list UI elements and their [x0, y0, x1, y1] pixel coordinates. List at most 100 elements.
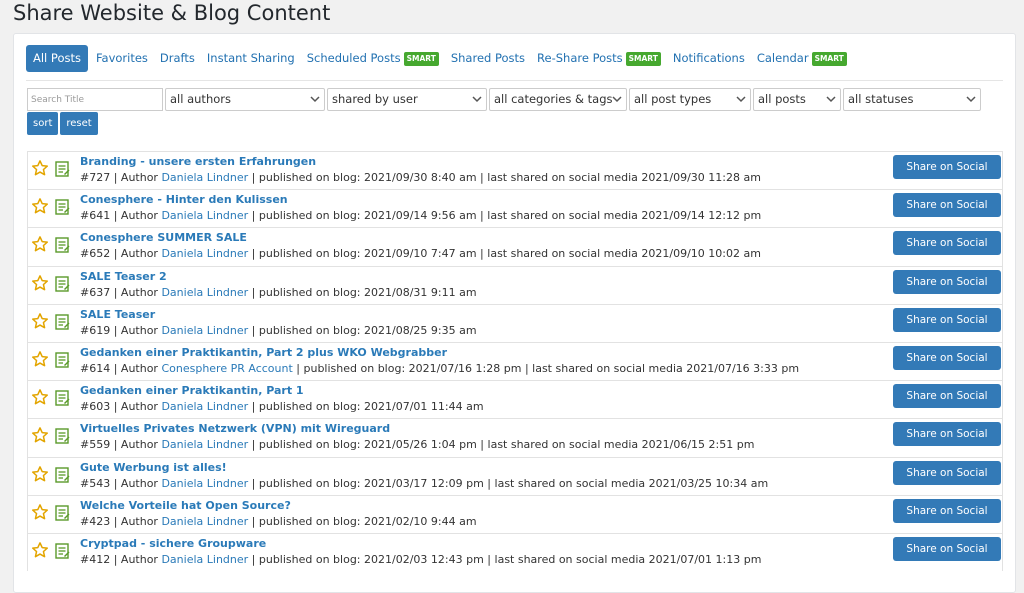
filter-actions: sort reset	[27, 112, 100, 135]
edit-post-icon[interactable]	[55, 199, 70, 215]
tab-instant-sharing[interactable]: Instant Sharing	[201, 45, 301, 72]
posts-select[interactable]: all posts	[753, 88, 841, 111]
tab-label: Notifications	[672, 51, 745, 65]
edit-post-icon[interactable]	[55, 314, 70, 330]
post-id: #637	[80, 285, 111, 299]
post-title-link[interactable]: SALE Teaser	[80, 308, 155, 321]
tab-re-share-posts[interactable]: Re-Share Posts SMART	[531, 45, 667, 72]
page-title: Share Website & Blog Content	[13, 1, 331, 25]
post-last-shared: last shared on social media 2021/09/14 1…	[487, 209, 762, 223]
tab-drafts[interactable]: Drafts	[154, 45, 201, 72]
post-id: #423	[80, 514, 111, 528]
tab-calendar[interactable]: Calendar SMART	[751, 45, 853, 72]
tab-label: Instant Sharing	[206, 51, 295, 65]
post-row: Cryptpad - sichere Groupware #412 | Autho…	[27, 532, 1003, 579]
post-meta: #727 | Author Daniela Lindner | publishe…	[80, 171, 761, 184]
post-author-link[interactable]: Daniela Lindner	[161, 553, 248, 566]
edit-post-icon[interactable]	[55, 466, 70, 483]
post-author-link[interactable]: Daniela Lindner	[161, 286, 248, 299]
post-row: SALE Teaser 2 #637 | Author Daniela Lindn…	[27, 265, 1003, 312]
tab-label: Scheduled Posts	[306, 51, 401, 65]
post-author-link[interactable]: Daniela Lindner	[161, 171, 248, 184]
favorite-star-icon[interactable]	[31, 388, 49, 406]
share-on-social-media-button[interactable]: Share on Social Media	[893, 307, 1001, 350]
edit-post-icon[interactable]	[55, 237, 70, 254]
post-title-link[interactable]: Branding - unsere ersten Erfahrungen	[80, 155, 316, 168]
authors-select[interactable]: all authors	[165, 88, 325, 111]
content-panel: All Posts Favorites Drafts Instant Sharing S…	[13, 33, 1016, 593]
edit-post-icon[interactable]	[55, 543, 70, 559]
post-title-link[interactable]: Cryptpad - sichere Groupware	[80, 537, 266, 550]
edit-post-icon[interactable]	[55, 390, 70, 406]
post-title-link[interactable]: Gedanken einer Praktikantin, Part 1	[80, 384, 304, 397]
post-author-link[interactable]: Daniela Lindner	[161, 515, 248, 528]
post-id: #641	[80, 209, 111, 223]
share-on-social-media-button[interactable]: Share on Social Media	[893, 193, 1001, 235]
tab-all-posts[interactable]: All Posts	[26, 45, 88, 72]
edit-post-icon[interactable]	[55, 275, 70, 292]
post-row: Welche Vorteile hat Open Source? #423 | A…	[27, 494, 1003, 541]
tab-label: Drafts	[159, 51, 195, 65]
post-row: Gedanken einer Praktikantin, Part 2 plus…	[27, 341, 1003, 388]
post-published: published on blog: 2021/08/31 9:11 am	[258, 285, 477, 299]
post-id: #619	[80, 323, 111, 337]
post-author-link[interactable]: Daniela Lindner	[161, 247, 248, 260]
favorite-star-icon[interactable]	[31, 159, 49, 177]
post-title-link[interactable]: Conesphere - Hinter den Kulissen	[80, 193, 288, 206]
share-on-social-media-button[interactable]: Share on Social Media	[893, 460, 1001, 503]
post-title-link[interactable]: Virtuelles Privates Netzwerk (VPN) mit W…	[80, 422, 390, 435]
post-author-link[interactable]: Daniela Lindner	[161, 209, 248, 222]
tab-divider	[26, 80, 1003, 81]
search-title-input[interactable]	[27, 88, 163, 111]
favorite-star-icon[interactable]	[31, 312, 49, 330]
post-author-link[interactable]: Daniela Lindner	[161, 324, 248, 337]
edit-post-icon[interactable]	[55, 504, 70, 521]
tab-shared-posts[interactable]: Shared Posts	[445, 45, 531, 72]
edit-post-icon[interactable]	[55, 161, 70, 177]
tab-scheduled-posts[interactable]: Scheduled Posts SMART	[301, 45, 445, 72]
shared-by-select[interactable]: shared by user	[327, 88, 487, 111]
share-on-social-media-button[interactable]: Share on Social Media	[893, 231, 1001, 273]
tab-notifications[interactable]: Notifications	[667, 45, 751, 72]
chevron-down-icon	[826, 96, 836, 103]
post-title-link[interactable]: Conesphere SUMMER SALE	[80, 231, 247, 244]
favorite-star-icon[interactable]	[31, 235, 49, 253]
share-on-social-media-button[interactable]: Share on Social Media	[893, 269, 1001, 312]
statuses-select[interactable]: all statuses	[843, 88, 981, 111]
share-on-social-media-button[interactable]: Share on Social Media	[893, 384, 1001, 426]
edit-post-icon[interactable]	[55, 352, 70, 368]
post-title-link[interactable]: Gute Werbung ist alles!	[80, 461, 227, 474]
favorite-star-icon[interactable]	[31, 350, 49, 368]
favorite-star-icon[interactable]	[31, 503, 49, 521]
share-on-social-media-button[interactable]: Share on Social Media	[893, 345, 1001, 388]
post-title-link[interactable]: SALE Teaser 2	[80, 270, 167, 283]
post-author-link[interactable]: Daniela Lindner	[161, 400, 248, 413]
post-published: published on blog: 2021/09/30 8:40 am	[258, 171, 477, 184]
edit-post-icon[interactable]	[55, 428, 70, 445]
post-author-link[interactable]: Daniela Lindner	[161, 438, 248, 451]
reset-button[interactable]: reset	[60, 112, 98, 135]
post-author-link[interactable]: Daniela Lindner	[161, 477, 248, 490]
categories-select[interactable]: all categories & tags	[489, 88, 627, 111]
sort-button[interactable]: sort	[27, 112, 59, 135]
share-on-social-media-button[interactable]: Share on Social Media	[893, 498, 1001, 541]
filter-bar: all authors shared by user all categorie…	[27, 88, 983, 111]
post-meta: #412 | Author Daniela Lindner | publishe…	[80, 552, 762, 566]
favorite-star-icon[interactable]	[31, 426, 49, 444]
share-on-social-media-button[interactable]: Share on Social Media	[893, 536, 1001, 579]
share-on-social-media-button[interactable]: Share on Social Media	[893, 155, 1001, 197]
post-published: published on blog: 2021/07/16 1:28 pm	[303, 361, 522, 375]
post-title-link[interactable]: Gedanken einer Praktikantin, Part 2 plus…	[80, 346, 447, 359]
favorite-star-icon[interactable]	[31, 197, 49, 215]
favorite-star-icon[interactable]	[31, 541, 49, 559]
post-meta: #637 | Author Daniela Lindner | publishe…	[80, 285, 477, 299]
share-on-social-media-button[interactable]: Share on Social Media	[893, 422, 1001, 464]
favorite-star-icon[interactable]	[31, 274, 49, 292]
favorite-star-icon[interactable]	[31, 465, 49, 483]
tab-label: Shared Posts	[450, 51, 526, 65]
post-author-link[interactable]: Conesphere PR Account	[161, 362, 292, 375]
post-title-link[interactable]: Welche Vorteile hat Open Source?	[80, 499, 291, 512]
post-types-select[interactable]: all post types	[629, 88, 751, 111]
post-types-select-value: all post types	[634, 92, 712, 106]
tab-favorites[interactable]: Favorites	[90, 45, 154, 72]
